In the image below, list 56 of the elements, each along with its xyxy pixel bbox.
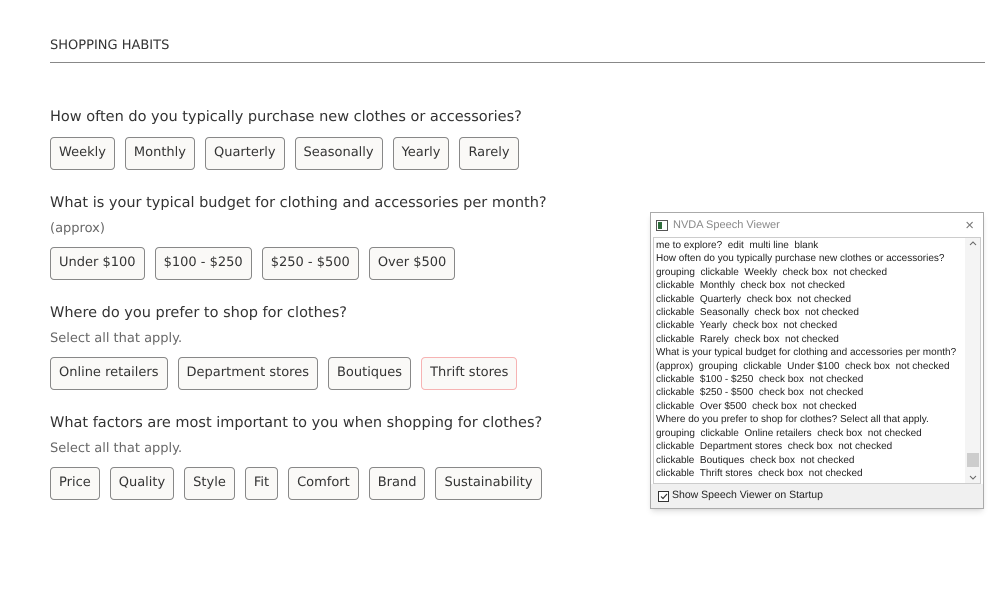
window-title: NVDA Speech Viewer	[673, 218, 780, 233]
hint-text: (approx)	[50, 220, 105, 236]
option-button[interactable]: Style	[184, 466, 235, 500]
option-button[interactable]: Weekly	[50, 136, 115, 170]
option-button[interactable]: Quarterly	[204, 136, 285, 170]
log-line: clickable Department stores check box not checked	[656, 440, 892, 454]
option-button[interactable]: $100 - $250	[154, 246, 252, 280]
log-line: grouping clickable Weekly check box not checked	[656, 266, 888, 280]
log-line: grouping clickable Online retailers check box not checked	[656, 426, 922, 440]
question-text: Where do you prefer to shop for clothes?	[50, 304, 347, 322]
section-title: SHOPPING HABITS	[50, 37, 170, 55]
option-button[interactable]: $250 - $500	[262, 246, 359, 280]
hint-text: Select all that apply.	[50, 330, 182, 346]
question-text: How often do you typically purchase new clothes or accessories?	[50, 108, 522, 126]
checkbox-label: Show Speech Viewer on Startup	[672, 488, 823, 504]
option-button[interactable]: Seasonally	[294, 136, 383, 170]
option-button[interactable]: Over $500	[368, 246, 456, 280]
scroll-down-icon[interactable]	[968, 475, 976, 480]
close-button[interactable]: ×	[961, 218, 978, 232]
option-button[interactable]: Rarely	[459, 136, 519, 170]
option-button[interactable]: Sustainability	[435, 466, 542, 500]
option-button[interactable]: Yearly	[392, 136, 450, 170]
log-line: How often do you typically purchase new clothes or accessories?	[656, 252, 944, 266]
question-text: What factors are most important to you when shopping for clothes?	[50, 414, 542, 432]
option-button[interactable]: Department stores	[178, 356, 318, 390]
log-line: clickable Quarterly check box not checked	[656, 292, 852, 306]
startup-checkbox[interactable]	[658, 490, 669, 502]
app-icon	[656, 220, 668, 230]
log-line: clickable Seasonally check box not checked	[656, 306, 859, 320]
option-button[interactable]: Boutiques	[328, 356, 412, 390]
log-line: clickable Over $500 check box not checked	[656, 400, 857, 414]
option-button[interactable]: Online retailers	[50, 356, 168, 390]
option-button[interactable]: Comfort	[288, 466, 359, 500]
log-line: clickable $250 - $500 check box not checked	[656, 386, 864, 400]
option-button[interactable]: Brand	[368, 466, 426, 500]
log-line: me to explore? edit multi line blank	[656, 239, 818, 252]
log-line: clickable Yearly check box not checked	[656, 319, 838, 333]
log-line: Where do you prefer to shop for clothes? Select all that apply.	[656, 413, 929, 427]
log-line: clickable Rarely check box not checked	[656, 332, 839, 346]
option-button[interactable]: Price	[50, 466, 100, 500]
option-button[interactable]: Under $100	[50, 246, 145, 280]
option-button[interactable]: Fit	[244, 466, 278, 500]
hint-text: Select all that apply.	[50, 440, 182, 456]
question-text: What is your typical budget for clothing and accessories per month?	[50, 194, 547, 212]
log-line: (approx) grouping clickable Under $100 check box not checked	[656, 360, 950, 374]
log-line: clickable Boutiques check box not checked	[656, 454, 854, 467]
scroll-thumb[interactable]	[966, 453, 978, 467]
option-button[interactable]: Monthly	[124, 136, 195, 170]
option-button[interactable]: Quality	[110, 466, 174, 500]
check-icon	[660, 492, 668, 500]
log-line: clickable Thrift stores check box not checked	[656, 466, 863, 480]
log-line: clickable $100 - $250 check box not checked	[656, 373, 864, 386]
option-button[interactable]: Thrift stores	[421, 356, 518, 390]
scroll-up-icon[interactable]	[968, 241, 976, 246]
log-line: What is your typical budget for clothing and accessories per month?	[656, 346, 956, 360]
log-line: clickable Monthly check box not checked	[656, 279, 845, 293]
